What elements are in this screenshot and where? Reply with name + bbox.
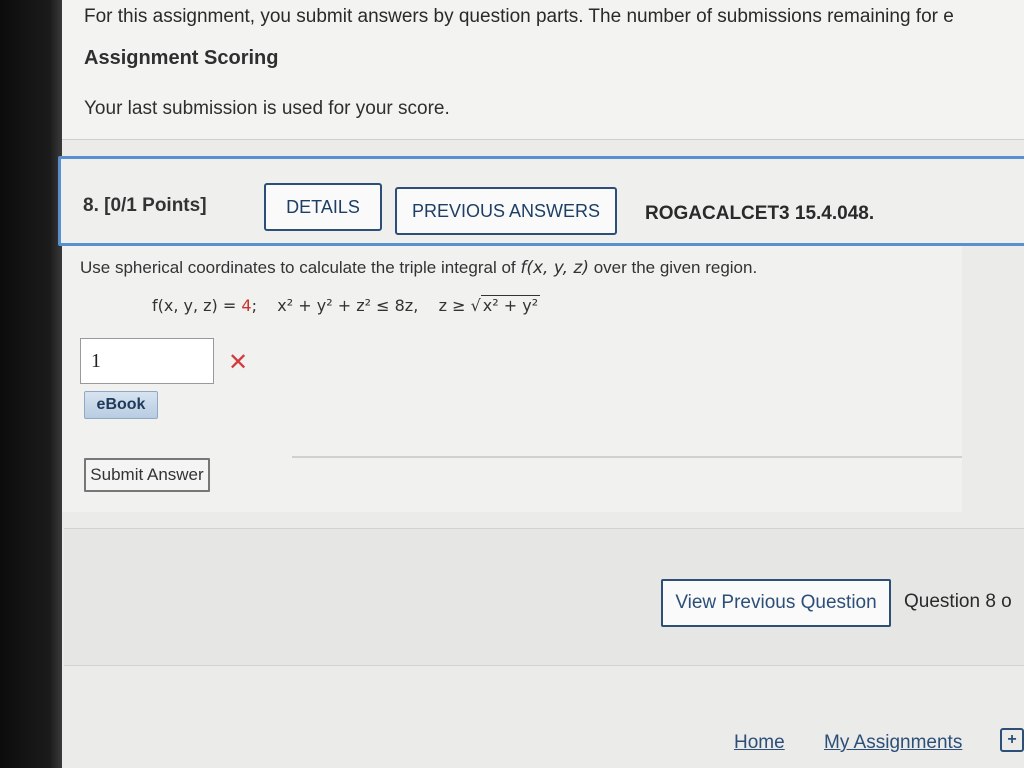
- question-header: 8. [0/1 Points] DETAILS PREVIOUS ANSWERS…: [58, 156, 1024, 246]
- submission-info-text: For this assignment, you submit answers …: [84, 6, 954, 27]
- prompt-end: over the given region.: [593, 258, 758, 277]
- my-assignments-link[interactable]: My Assignments: [824, 732, 962, 754]
- scoring-description: Your last submission is used for your sc…: [84, 98, 450, 119]
- formula-sqrt-radicand: x² + y²: [480, 295, 541, 315]
- question-body: Use spherical coordinates to calculate t…: [62, 246, 962, 512]
- details-button[interactable]: DETAILS: [264, 183, 382, 231]
- home-link[interactable]: Home: [734, 732, 785, 754]
- ebook-button[interactable]: eBook: [84, 391, 158, 419]
- formula-region: x² + y² + z² ≤ 8z,: [277, 296, 419, 315]
- assignment-info-panel: For this assignment, you submit answers …: [62, 0, 1024, 140]
- question-prompt: Use spherical coordinates to calculate t…: [80, 258, 757, 278]
- add-icon[interactable]: +: [1000, 728, 1024, 752]
- incorrect-x-icon: ✕: [228, 349, 249, 376]
- answer-input[interactable]: [80, 338, 214, 384]
- question-counter: Question 8 o: [904, 591, 1012, 612]
- formula-separator: ;: [251, 296, 257, 315]
- question-navigation: View Previous Question Question 8 o: [64, 528, 1024, 666]
- prompt-start: Use spherical coordinates to calculate t…: [80, 258, 516, 277]
- prompt-function: f(x, y, z): [520, 258, 589, 278]
- view-previous-question-button[interactable]: View Previous Question: [661, 579, 891, 627]
- question-number-points: 8. [0/1 Points]: [83, 195, 207, 216]
- formula-function: f(x, y, z) =: [152, 296, 242, 315]
- assignment-scoring-heading: Assignment Scoring: [84, 47, 279, 69]
- divider: [292, 456, 962, 458]
- submit-answer-button[interactable]: Submit Answer: [84, 458, 210, 492]
- previous-answers-button[interactable]: PREVIOUS ANSWERS: [395, 187, 617, 235]
- formula-value: 4: [241, 296, 252, 315]
- formula-condition: z ≥ √: [438, 296, 481, 315]
- screen-bezel: [0, 0, 62, 768]
- question-code: ROGACALCET3 15.4.048.: [645, 203, 875, 224]
- region-formula: f(x, y, z) = 4; x² + y² + z² ≤ 8z, z ≥ √…: [152, 295, 541, 315]
